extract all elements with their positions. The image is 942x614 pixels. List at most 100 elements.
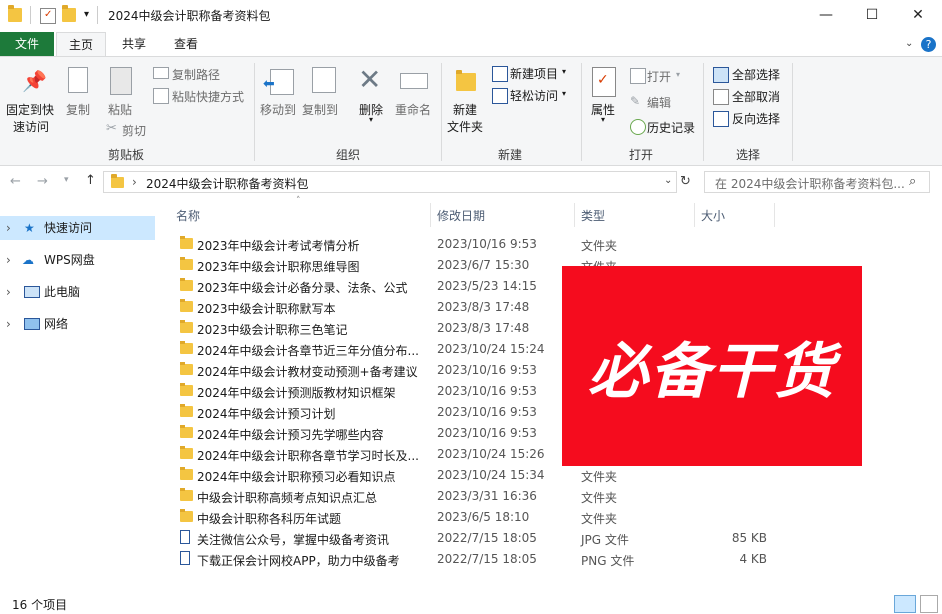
address-bar[interactable]: › 2024中级会计职称备考资料包 ⌄ [103, 171, 677, 193]
folder-icon [180, 236, 193, 249]
chevron-down-icon: ▾ [676, 70, 681, 79]
copy-path-button[interactable]: 复制路径 [172, 66, 220, 83]
file-type: 文件夹 [581, 512, 618, 526]
folder-icon [180, 278, 193, 291]
file-name: 2024年中级会计教材变动预测+备考建议 [197, 365, 418, 379]
file-name: 2023中级会计职称默写本 [197, 302, 336, 316]
select-all-icon [713, 67, 729, 83]
paste-shortcut-button[interactable]: 粘贴快捷方式 [172, 88, 244, 105]
table-row[interactable]: 2024年中级会计职称预习必看知识点 2023/10/24 15:34 文件夹 [172, 465, 772, 486]
chevron-down-icon[interactable]: ⌄ [664, 175, 672, 186]
new-folder-icon[interactable] [62, 5, 76, 22]
table-row[interactable]: 中级会计职称各科历年试题 2023/6/5 18:10 文件夹 [172, 507, 772, 528]
file-date: 2023/8/3 17:48 [437, 321, 530, 335]
divider [581, 63, 582, 161]
open-icon [630, 68, 646, 84]
breadcrumb-chevron-icon: › [132, 175, 137, 189]
close-button[interactable]: ✕ [895, 0, 941, 30]
column-header-size[interactable]: 大小 [701, 207, 725, 224]
minimize-button[interactable]: — [803, 0, 849, 30]
table-row[interactable]: 中级会计职称高频考点知识点汇总 2023/3/31 16:36 文件夹 [172, 486, 772, 507]
large-icons-view-button[interactable] [920, 595, 938, 613]
divider [774, 203, 775, 227]
file-name: 2024年中级会计预测版教材知识框架 [197, 386, 396, 400]
details-view-button[interactable] [894, 595, 916, 613]
cut-button[interactable]: 剪切 [122, 122, 146, 139]
folder-icon [180, 425, 193, 438]
group-label-new: 新建 [497, 148, 522, 162]
select-none-button[interactable]: 全部取消 [732, 88, 780, 105]
copy-path-icon [153, 67, 169, 79]
chevron-right-icon[interactable]: › [6, 216, 11, 240]
table-row[interactable]: 下载正保会计网校APP，助力中级备考 2022/7/15 18:05 PNG 文件 4… [172, 549, 772, 570]
file-type: 文件夹 [581, 491, 618, 505]
select-all-button[interactable]: 全部选择 [732, 66, 780, 83]
table-row[interactable]: 关注微信公众号，掌握中级备考资讯 2022/7/15 18:05 JPG 文件 85 … [172, 528, 772, 549]
file-type: PNG 文件 [581, 554, 635, 568]
breadcrumb[interactable]: 2024中级会计职称备考资料包 [146, 175, 309, 192]
status-bar: 16 个项目 [0, 592, 942, 614]
chevron-right-icon[interactable]: › [6, 312, 11, 336]
copy-to-label: 复制到 [302, 103, 339, 117]
sidebar-item-wps[interactable]: › ☁ WPS网盘 [0, 248, 155, 272]
copy-label: 复制 [66, 103, 91, 117]
easy-access-button[interactable]: 轻松访问 [510, 87, 558, 104]
forward-icon[interactable]: → [37, 174, 48, 189]
history-icon [630, 119, 646, 135]
tab-share[interactable]: 共享 [110, 32, 158, 56]
new-folder-label-1: 新建 [453, 103, 478, 117]
back-icon[interactable]: ← [10, 174, 21, 189]
divider [694, 203, 695, 227]
rename-label: 重命名 [395, 103, 432, 117]
refresh-icon[interactable]: ↻ [680, 174, 691, 189]
file-name: 2023年中级会计必备分录、法条、公式 [197, 281, 408, 295]
tab-home[interactable]: 主页 [56, 32, 106, 56]
help-icon[interactable]: ? [921, 37, 936, 52]
copy-to-icon [312, 67, 336, 93]
select-none-icon [713, 89, 729, 105]
search-input[interactable]: 在 2024中级会计职称备考资料包... ⌕ [704, 171, 930, 193]
file-name: 2024年中级会计职称各章节学习时长及... [197, 449, 419, 463]
image-file-icon [180, 530, 190, 544]
folder-icon [180, 383, 193, 396]
edit-button[interactable]: 编辑 [647, 94, 671, 111]
properties-icon[interactable]: ✓ [40, 8, 56, 24]
sidebar-item-network[interactable]: › 网络 [0, 312, 155, 336]
collapse-ribbon-icon[interactable]: ⌄ [905, 38, 913, 49]
chevron-down-icon[interactable]: ▾ [84, 9, 89, 20]
new-item-button[interactable]: 新建项目 [510, 65, 558, 82]
tab-view[interactable]: 查看 [162, 32, 210, 56]
sidebar-item-quick-access[interactable]: › ★ 快速访问 [0, 216, 155, 240]
file-name: 2023中级会计职称三色笔记 [197, 323, 348, 337]
chevron-down-icon: ▾ [369, 115, 374, 124]
group-label-clipboard: 剪贴板 [107, 148, 144, 162]
invert-selection-button[interactable]: 反向选择 [732, 110, 780, 127]
maximize-button[interactable]: ☐ [849, 0, 895, 30]
file-size: 4 KB [739, 552, 767, 566]
recent-locations-icon[interactable]: ▾ [64, 175, 69, 185]
column-header-date[interactable]: 修改日期 [437, 207, 485, 224]
chevron-right-icon[interactable]: › [6, 248, 11, 272]
table-row[interactable]: 2023年中级会计考试考情分析 2023/10/16 9:53 文件夹 [172, 234, 772, 255]
history-button[interactable]: 历史记录 [647, 119, 695, 136]
sidebar-item-this-pc[interactable]: › 此电脑 [0, 280, 155, 304]
column-header-type[interactable]: 类型 [581, 207, 605, 224]
file-type: 文件夹 [581, 239, 618, 253]
ribbon: 📌 固定到快 速访问 复制 粘贴 复制路径 粘贴快捷方式 ✂ 剪切 剪贴板 ⬅ … [0, 56, 942, 166]
folder-icon [180, 299, 193, 312]
pin-label-1: 固定到快 [6, 103, 55, 117]
up-icon[interactable]: ↑ [85, 173, 96, 188]
group-label-select: 选择 [735, 148, 760, 162]
sidebar-item-label: WPS网盘 [44, 253, 95, 267]
open-button[interactable]: 打开 [647, 68, 671, 85]
folder-icon [111, 174, 124, 188]
column-header-name[interactable]: 名称 [176, 207, 200, 224]
file-name: 2023年中级会计考试考情分析 [197, 239, 360, 253]
file-name: 中级会计职称各科历年试题 [197, 512, 342, 526]
group-label-open: 打开 [628, 148, 653, 162]
chevron-right-icon[interactable]: › [6, 280, 11, 304]
new-item-icon [492, 66, 508, 82]
tab-file[interactable]: 文件 [0, 32, 54, 56]
divider [30, 6, 31, 24]
invert-selection-icon [713, 111, 729, 127]
